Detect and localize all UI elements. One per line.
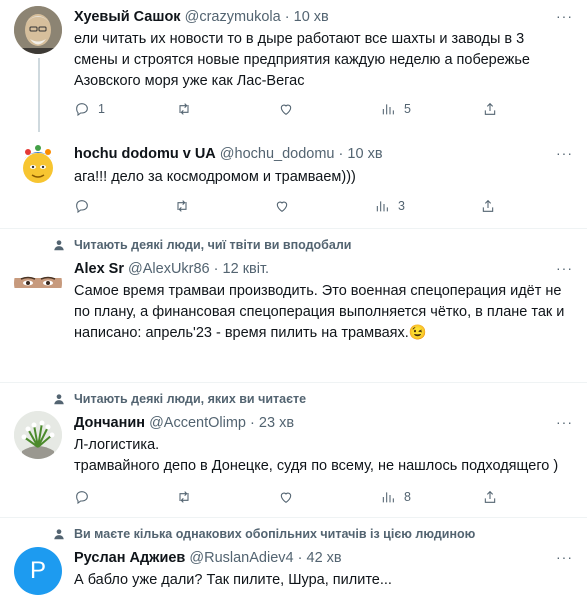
avatar[interactable]: P <box>14 547 62 595</box>
user-handle[interactable]: @crazymukola <box>185 9 281 25</box>
tweet-1[interactable]: Хуевый Сашок @crazymukola · 10 хв ··· ел… <box>0 0 587 132</box>
avatar-letter: P <box>29 557 46 584</box>
avatar[interactable] <box>14 6 62 54</box>
views-button[interactable]: 3 <box>374 198 405 214</box>
timestamp[interactable]: 42 хв <box>307 550 342 566</box>
social-context-text: Читають деякі люди, чиї твіти ви вподоба… <box>74 238 352 252</box>
retweet-icon <box>177 200 187 212</box>
timestamp[interactable]: 10 хв <box>347 146 382 162</box>
views-button[interactable]: 8 <box>380 489 411 505</box>
like-button[interactable] <box>278 489 302 505</box>
tweet-actions: 1 5 <box>74 101 574 119</box>
social-context: Читають деякі люди, яких ви читаєте <box>52 392 306 406</box>
reply-icon <box>76 103 88 117</box>
tweet-actions: 3 <box>74 198 574 216</box>
person-icon <box>54 394 64 405</box>
share-icon <box>484 490 496 503</box>
more-options-icon[interactable]: ··· <box>556 549 573 565</box>
retweet-icon <box>179 103 189 115</box>
share-button[interactable] <box>482 489 498 505</box>
social-context: Читають деякі люди, чиї твіти ви вподоба… <box>52 238 351 252</box>
views-icon <box>376 201 388 212</box>
tweet-text: ели читать их новости то в дыре работают… <box>74 31 530 89</box>
reply-button[interactable]: 1 <box>74 101 105 117</box>
display-name[interactable]: Alex Sr <box>74 261 124 277</box>
reply-icon <box>76 491 88 505</box>
share-icon <box>484 102 496 115</box>
tweet-4[interactable]: Читають деякі люди, яких ви читаєте Донч… <box>0 383 587 516</box>
tweet-3[interactable]: Читають деякі люди, чиї твіти ви вподоба… <box>0 229 587 381</box>
person-icon <box>54 240 64 251</box>
tweet-text: ага!!! дело за космодромом и трамваем))) <box>74 169 356 185</box>
reply-icon <box>76 200 88 214</box>
avatar-image <box>14 6 62 54</box>
tweet-header: Руслан Аджиев @RuslanAdiev4 · 42 хв <box>74 550 342 566</box>
more-options-icon[interactable]: ··· <box>556 260 573 276</box>
reply-count: 1 <box>98 102 105 116</box>
timestamp[interactable]: 12 квіт. <box>223 261 270 277</box>
tweet-header: Дончанин @AccentOlimp · 23 хв <box>74 415 295 431</box>
tweet-2[interactable]: hochu dodomu v UA @hochu_dodomu · 10 хв … <box>0 132 587 227</box>
more-options-icon[interactable]: ··· <box>556 8 573 24</box>
tweet-text: А бабло уже дали? Так пилите, Шура, пили… <box>74 572 392 588</box>
reply-button[interactable] <box>74 489 98 505</box>
views-button[interactable]: 5 <box>380 101 411 117</box>
display-name[interactable]: hochu dodomu v UA <box>74 146 216 162</box>
avatar-image <box>14 140 62 188</box>
heart-icon <box>276 201 288 212</box>
share-icon <box>482 199 494 212</box>
views-count: 8 <box>404 490 411 504</box>
more-options-icon[interactable]: ··· <box>556 414 573 430</box>
user-handle[interactable]: @AlexUkr86 <box>128 261 210 277</box>
avatar[interactable] <box>14 259 62 307</box>
more-options-icon[interactable]: ··· <box>556 145 573 161</box>
views-icon <box>382 492 394 503</box>
display-name[interactable]: Хуевый Сашок <box>74 9 181 25</box>
person-icon <box>54 529 64 540</box>
avatar-image <box>14 259 62 307</box>
timestamp[interactable]: 23 хв <box>259 415 294 431</box>
like-button[interactable] <box>274 198 298 214</box>
share-button[interactable] <box>480 198 496 214</box>
user-handle[interactable]: @RuslanAdiev4 <box>189 550 293 566</box>
heart-icon <box>280 104 292 115</box>
views-icon <box>382 104 394 115</box>
tweet-text: Л-логистика. трамвайного депо в Донецке,… <box>74 435 574 477</box>
user-handle[interactable]: @AccentOlimp <box>149 415 246 431</box>
tweet-header: Alex Sr @AlexUkr86 · 12 квіт. <box>74 261 270 277</box>
display-name[interactable]: Дончанин <box>74 415 145 431</box>
social-context: Ви маєте кілька однакових обопільних чит… <box>52 527 475 541</box>
wink-emoji: 😉 <box>408 325 427 341</box>
avatar-image <box>14 411 62 459</box>
social-context-text: Читають деякі люди, яких ви читаєте <box>74 392 307 406</box>
tweet-header: hochu dodomu v UA @hochu_dodomu · 10 хв <box>74 146 383 162</box>
tweet-text-line: Л-логистика. <box>74 437 160 453</box>
tweet-header: Хуевый Сашок @crazymukola · 10 хв <box>74 9 329 25</box>
like-button[interactable] <box>278 101 302 117</box>
retweet-button[interactable] <box>174 198 198 214</box>
retweet-icon <box>179 491 189 503</box>
tweet-actions: 8 <box>74 489 574 507</box>
avatar[interactable] <box>14 140 62 188</box>
heart-icon <box>280 492 292 503</box>
social-context-text: Ви маєте кілька однакових обопільних чит… <box>74 527 476 541</box>
tweet-text: Самое время трамваи производить. Это вое… <box>74 283 565 341</box>
avatar[interactable] <box>14 411 62 459</box>
timestamp[interactable]: 10 хв <box>294 9 329 25</box>
tweet-5[interactable]: Ви маєте кілька однакових обопільних чит… <box>0 518 587 598</box>
retweet-button[interactable] <box>176 101 200 117</box>
views-count: 5 <box>404 102 411 116</box>
views-count: 3 <box>398 199 405 213</box>
reply-button[interactable] <box>74 198 98 214</box>
thread-connector <box>38 58 40 132</box>
retweet-button[interactable] <box>176 489 200 505</box>
user-handle[interactable]: @hochu_dodomu <box>220 146 335 162</box>
share-button[interactable] <box>482 101 498 117</box>
display-name[interactable]: Руслан Аджиев <box>74 550 185 566</box>
tweet-text-line: трамвайного депо в Донецке, судя по всем… <box>74 458 559 474</box>
